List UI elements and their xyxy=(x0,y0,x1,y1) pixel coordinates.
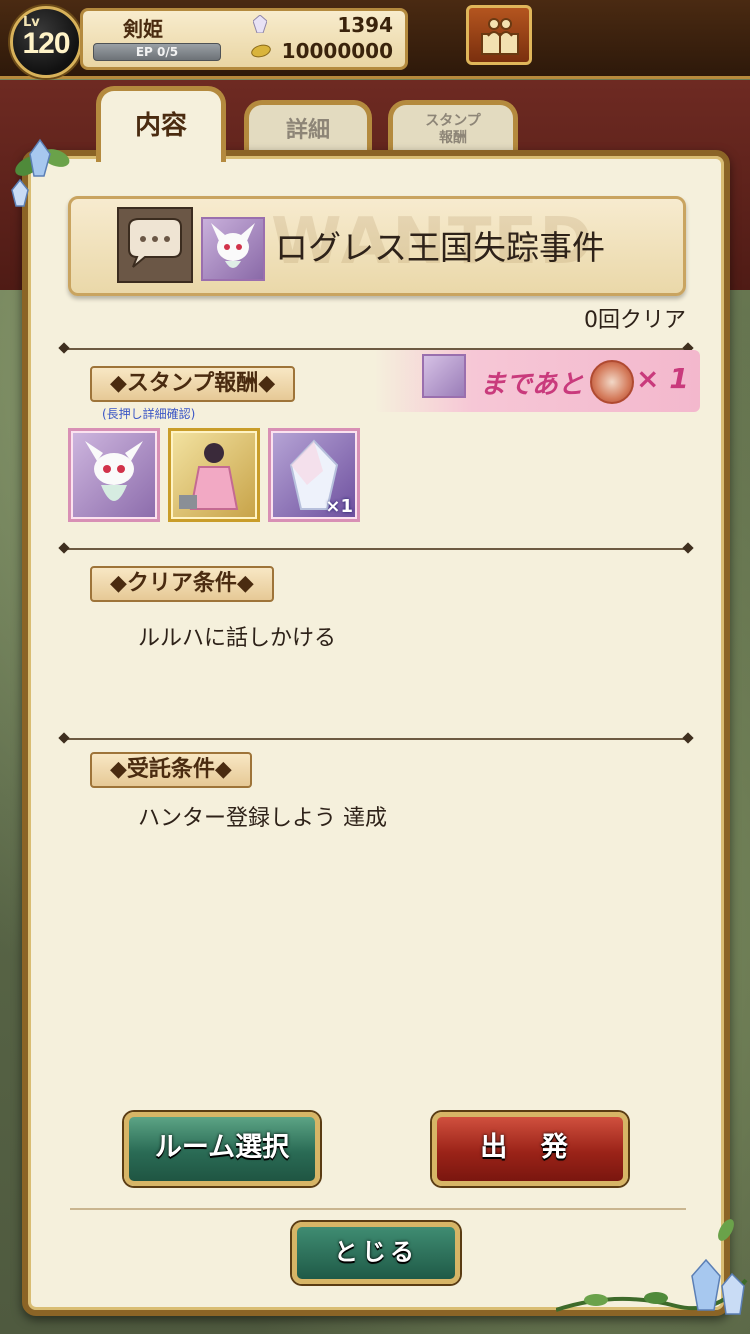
reward-item-kyubey[interactable] xyxy=(68,428,160,522)
tab-detail[interactable]: 詳細 xyxy=(244,100,372,156)
stamp-reward-heading: ◆スタンプ報酬◆ xyxy=(90,366,296,402)
reward-quantity: ×1 xyxy=(325,496,353,517)
reward-item-crystal[interactable]: ×1 xyxy=(268,428,360,522)
tab-stamp-reward[interactable]: スタンプ 報酬 xyxy=(388,100,518,156)
tab-content[interactable]: 内容 xyxy=(96,86,226,162)
coin-count: 10000000 xyxy=(281,39,393,63)
level-badge: Lv 120 xyxy=(10,6,82,78)
kyubey-portrait-icon xyxy=(201,217,265,281)
stone-count: 1394 xyxy=(337,13,393,37)
accept-condition-text: ハンター登録しよう 達成 xyxy=(138,806,387,831)
magic-stone-icon xyxy=(253,15,267,33)
talk-quest-icon xyxy=(117,207,193,283)
clear-condition-text: ルルハに話しかける xyxy=(138,626,337,651)
clear-condition-heading: ◆クリア条件◆ xyxy=(90,566,274,602)
depart-button[interactable]: 出 発 xyxy=(432,1112,628,1186)
long-press-hint: (長押し詳細確認) xyxy=(102,407,196,421)
menu-book-button[interactable] xyxy=(466,5,532,65)
stamp-character-icon xyxy=(422,354,466,398)
room-select-button[interactable]: ルーム選択 xyxy=(124,1112,320,1186)
section-divider xyxy=(66,548,686,550)
player-info-panel: 剣姫 EP 0/5 1394 10000000 xyxy=(80,8,408,70)
tab-stamp-label-line1: スタンプ xyxy=(425,113,481,129)
section-divider xyxy=(66,738,686,740)
stamp-remaining-count: × 1 xyxy=(636,362,689,395)
coin-icon xyxy=(249,42,273,60)
reward-item-costume[interactable] xyxy=(168,428,260,522)
player-name: 剣姫 xyxy=(123,17,163,41)
book-icon xyxy=(481,18,519,55)
status-bar: Lv 120 剣姫 EP 0/5 1394 10000000 xyxy=(0,0,750,79)
kyubey-icon xyxy=(85,441,143,501)
crystal-vine-decoration-icon xyxy=(11,138,70,207)
clear-stamp-icon xyxy=(590,360,634,404)
speech-bubble-icon xyxy=(128,218,182,268)
quest-title: ログレス王国失踪事件 xyxy=(275,228,605,267)
ep-value: EP 0/5 xyxy=(135,45,179,59)
stamp-remaining-text: まであと xyxy=(480,370,584,400)
tab-stamp-label-line2: 報酬 xyxy=(439,130,467,146)
level-value: 120 xyxy=(22,27,70,60)
stamp-progress-banner: まであと × 1 xyxy=(374,350,700,412)
ep-bar: EP 0/5 xyxy=(93,43,221,61)
clear-count: 0回クリア xyxy=(584,308,686,333)
vine-decoration-icon xyxy=(556,1219,748,1315)
costume-icon xyxy=(179,443,239,510)
accept-condition-heading: ◆受託条件◆ xyxy=(90,752,252,788)
close-button[interactable]: とじる xyxy=(292,1222,460,1284)
quest-header: WANTED ログレス王国失踪事件 xyxy=(68,196,686,296)
